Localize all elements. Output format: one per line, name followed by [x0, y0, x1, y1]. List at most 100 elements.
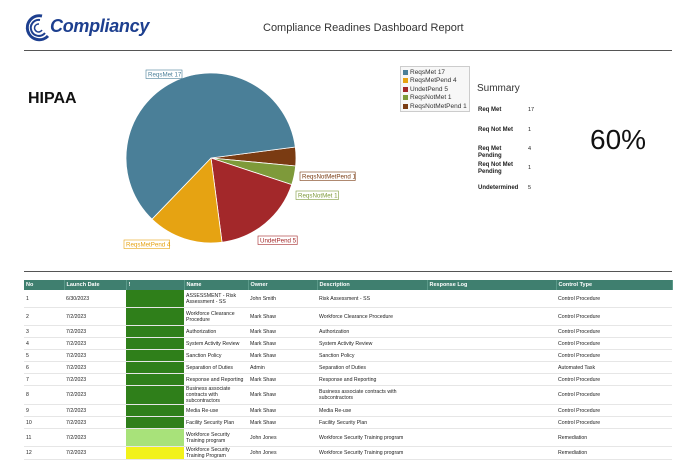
legend-item: ReqsNotMetPend 1: [403, 102, 467, 111]
cell-log: [427, 290, 556, 308]
cell-name: ASSESSMENT - Risk Assessment - SS: [184, 290, 248, 308]
cell-date: 7/2/2023: [64, 428, 126, 447]
cell-owner: Admin: [248, 361, 317, 374]
cell-owner: Mark Shaw: [248, 385, 317, 405]
summary-value: 17: [528, 107, 535, 113]
column-header[interactable]: Description: [317, 280, 428, 290]
svg-text:ReqsMetPend 4: ReqsMetPend 4: [126, 242, 171, 249]
status-cell: [126, 349, 184, 362]
cell-owner: John Jones: [248, 446, 317, 460]
cell-log: [427, 446, 556, 460]
cell-type: Control Procedure: [556, 404, 672, 417]
summary-title: Summary: [477, 83, 520, 94]
controls-table: No Launch Date! Name Owner Description Respon…: [24, 280, 673, 460]
cell-date: 7/2/2023: [64, 416, 126, 429]
column-header[interactable]: Response Log: [427, 280, 557, 290]
pie-label-reqsnotmet: ReqsNotMet 1: [295, 190, 339, 200]
cell-type: Remediation: [556, 446, 672, 460]
status-cell: [126, 446, 184, 460]
cell-owner: Mark Shaw: [248, 307, 317, 326]
legend-swatch: [403, 103, 408, 109]
table-row[interactable]: 5 7/2/2023 Sanction Policy Mark Shaw Sanctio…: [24, 349, 672, 362]
column-header[interactable]: Owner: [248, 280, 318, 290]
cell-name: Business associate contracts with subcon…: [184, 385, 248, 405]
table-row[interactable]: 7 7/2/2023 Response and Reporting Mark Shaw…: [24, 373, 672, 386]
svg-text:ReqsNotMetPend 1: ReqsNotMetPend 1: [302, 174, 357, 181]
table-row[interactable]: 3 7/2/2023 Authorization Mark Shaw Authoriza…: [24, 325, 672, 338]
cell-owner: Mark Shaw: [248, 404, 317, 417]
legend-item: ReqsMet 17: [403, 68, 467, 77]
status-cell: [126, 385, 184, 405]
pie-label-undetpend: UndetPend 5: [257, 235, 298, 245]
status-cell: [126, 361, 184, 374]
table-row[interactable]: 11 7/2/2023 Workforce Security Training pr…: [24, 428, 672, 447]
cell-log: [427, 337, 556, 350]
legend-swatch: [403, 95, 408, 101]
summary-label: Undetermined: [478, 185, 519, 191]
column-header[interactable]: Launch Date: [64, 280, 127, 290]
cell-desc: Workforce Clearance Procedure: [317, 307, 427, 326]
cell-name: Media Re-use: [184, 404, 248, 417]
cell-type: Control Procedure: [556, 325, 672, 338]
section-divider: [24, 271, 672, 272]
column-header[interactable]: !: [126, 280, 185, 290]
column-header[interactable]: Control Type: [556, 280, 673, 290]
cell-no: 6: [24, 361, 64, 374]
cell-type: Control Procedure: [556, 349, 672, 362]
cell-type: Control Procedure: [556, 337, 672, 350]
table-row[interactable]: 8 7/2/2023 Business associate contracts wi…: [24, 385, 672, 405]
cell-date: 7/2/2023: [64, 404, 126, 417]
table-row[interactable]: 2 7/2/2023 Workforce Clearance Procedure Ma…: [24, 307, 672, 326]
cell-date: 7/2/2023: [64, 361, 126, 374]
cell-owner: Mark Shaw: [248, 416, 317, 429]
summary-value: 4: [528, 146, 532, 152]
cell-log: [427, 373, 556, 386]
cell-date: 7/2/2023: [64, 385, 126, 405]
legend-swatch: [403, 69, 408, 75]
table-row[interactable]: 12 7/2/2023 Workforce Security Training Pr…: [24, 446, 672, 460]
cell-type: Remediation: [556, 428, 672, 447]
cell-owner: John Smith: [248, 290, 317, 308]
cell-name: Workforce Security Training program: [184, 428, 248, 447]
summary-label: Req Not Met: [478, 127, 513, 133]
cell-no: 3: [24, 325, 64, 338]
cell-desc: System Activity Review: [317, 337, 427, 350]
legend-item: UndetPend 5: [403, 85, 467, 94]
table-row[interactable]: 9 7/2/2023 Media Re-use Mark Shaw Media Re-u…: [24, 404, 672, 417]
cell-type: Control Procedure: [556, 373, 672, 386]
table-row[interactable]: 4 7/2/2023 System Activity Review Mark Shaw…: [24, 337, 672, 350]
cell-log: [427, 307, 556, 326]
svg-text:ReqsMet 17: ReqsMet 17: [148, 72, 182, 79]
summary-value: 1: [528, 165, 532, 171]
table-row[interactable]: 1 6/30/2023 ASSESSMENT - Risk Assessment -…: [24, 290, 672, 308]
cell-desc: Response and Reporting: [317, 373, 427, 386]
table-row[interactable]: 10 7/2/2023 Facility Security Plan Mark Sha…: [24, 416, 672, 429]
column-header[interactable]: No: [24, 280, 65, 290]
cell-name: System Activity Review: [184, 337, 248, 350]
cell-desc: Risk Assessment - SS: [317, 290, 427, 308]
cell-desc: Workforce Security Training program: [317, 446, 427, 460]
column-header[interactable]: Name: [184, 280, 249, 290]
cell-date: 7/2/2023: [64, 349, 126, 362]
status-cell: [126, 307, 184, 326]
cell-log: [427, 416, 556, 429]
cell-date: 7/2/2023: [64, 373, 126, 386]
cell-log: [427, 404, 556, 417]
cell-date: 7/2/2023: [64, 337, 126, 350]
cell-type: Control Procedure: [556, 385, 672, 405]
cell-desc: Sanction Policy: [317, 349, 427, 362]
legend-label: ReqsMetPend 4: [410, 77, 457, 85]
cell-owner: John Jones: [248, 428, 317, 447]
cell-name: Workforce Clearance Procedure: [184, 307, 248, 326]
table-header-row: No Launch Date! Name Owner Description Respon…: [24, 280, 673, 290]
legend-swatch: [403, 86, 408, 92]
cell-no: 9: [24, 404, 64, 417]
cell-type: Control Procedure: [556, 307, 672, 326]
table-row[interactable]: 6 7/2/2023 Separation of Duties Admin Separa…: [24, 361, 672, 374]
cell-owner: Mark Shaw: [248, 337, 317, 350]
summary-label: Req Met Pending: [478, 146, 502, 159]
cell-name: Workforce Security Training Program: [184, 446, 248, 460]
summary-label: Req Met: [478, 107, 502, 113]
cell-desc: Authorization: [317, 325, 427, 338]
summary-value: 5: [528, 185, 532, 191]
